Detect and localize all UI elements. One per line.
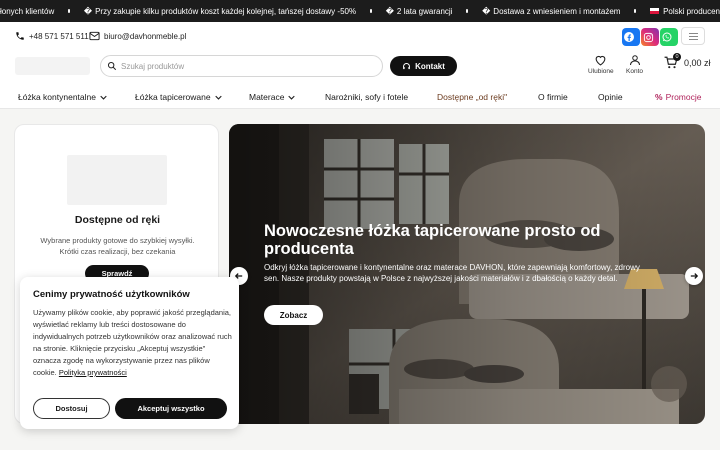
card-description: Wybrane produkty gotowe do szybkiej wysy… xyxy=(40,236,195,256)
percent-icon: % xyxy=(655,92,663,102)
announcement-item: � Dostawa z wniesieniem i montażem xyxy=(482,6,621,16)
account-link[interactable]: Konto xyxy=(626,54,643,75)
cart-total: 0,00 zł xyxy=(684,57,711,68)
separator-dot xyxy=(68,9,70,13)
cart-link[interactable]: 0 0,00 zł xyxy=(664,53,711,69)
user-icon xyxy=(629,55,640,66)
nav-item-continental-beds[interactable]: Łóżka kontynentalne xyxy=(18,92,107,102)
headset-icon xyxy=(403,62,411,69)
announcement-item: � Przy zakupie kilku produktów koszt każd… xyxy=(83,6,357,16)
next-slide-button[interactable] xyxy=(685,267,703,285)
see-more-button[interactable]: Zobacz xyxy=(264,305,323,325)
menu-toggle-button[interactable] xyxy=(681,27,705,45)
announcement-item: łonych klientów xyxy=(0,6,55,16)
chevron-down-icon xyxy=(288,95,296,100)
nav-item-sofas[interactable]: Narożniki, sofy i fotele xyxy=(325,92,408,102)
email-link[interactable]: biuro@davhonmeble.pl xyxy=(89,31,186,41)
announcement-item: � 2 lata gwarancji xyxy=(385,6,453,16)
missing-glyph-icon: � xyxy=(482,6,491,16)
nav-item-available-now[interactable]: Dostępne „od ręki" xyxy=(437,92,507,102)
whatsapp-icon[interactable] xyxy=(660,28,678,46)
announcement-item: Polski producen xyxy=(650,7,720,16)
hero-title: Nowoczesne łóżka tapicerowane prosto od … xyxy=(264,222,601,258)
search-input[interactable] xyxy=(121,61,361,71)
site-header: Kontakt Ulubione Konto 0 0,00 zł xyxy=(0,52,720,84)
logo[interactable] xyxy=(15,57,90,75)
nav-item-about[interactable]: O firmie xyxy=(538,92,568,102)
nav-item-promotions[interactable]: % Promocje xyxy=(655,92,701,102)
accept-all-button[interactable]: Akceptuj wszystko xyxy=(115,398,227,419)
search-bar xyxy=(100,55,383,77)
polish-flag-icon xyxy=(650,8,660,14)
search-icon[interactable] xyxy=(107,61,117,71)
mail-icon xyxy=(89,31,100,41)
customize-button[interactable]: Dostosuj xyxy=(33,398,110,419)
heart-icon xyxy=(595,55,606,66)
cart-count-badge: 0 xyxy=(673,53,681,61)
cookie-text: Używamy plików cookie, aby poprawić jako… xyxy=(33,308,232,377)
missing-glyph-icon: � xyxy=(385,6,394,16)
favorites-link[interactable]: Ulubione xyxy=(588,54,614,75)
card-image xyxy=(67,155,167,205)
arrow-right-icon xyxy=(690,273,698,279)
missing-glyph-icon: � xyxy=(83,6,93,16)
cookie-title: Cenimy prywatność użytkowników xyxy=(33,289,190,300)
instagram-icon[interactable] xyxy=(641,28,659,46)
card-title: Dostępne od ręki xyxy=(74,214,161,226)
chevron-down-icon xyxy=(214,95,222,100)
phone-link[interactable]: +48 571 571 511 xyxy=(15,31,89,41)
hero-description: Odkryj łóżka tapicerowane i kontynentaln… xyxy=(264,263,640,283)
chevron-down-icon xyxy=(100,95,107,100)
phone-icon xyxy=(16,32,24,40)
separator-dot xyxy=(634,9,637,13)
main-navigation: Łóżka kontynentalne Łóżka tapicerowane M… xyxy=(0,84,720,109)
separator-dot xyxy=(370,9,372,13)
hero-banner: Nowoczesne łóżka tapicerowane prosto od … xyxy=(229,124,705,424)
nav-item-reviews[interactable]: Opinie xyxy=(598,92,623,102)
nav-item-upholstered-beds[interactable]: Łóżka tapicerowane xyxy=(135,92,222,102)
facebook-icon[interactable] xyxy=(622,28,640,46)
privacy-policy-link[interactable]: Polityka prywatności xyxy=(59,368,127,377)
separator-dot xyxy=(466,9,469,13)
cookie-consent-dialog: Cenimy prywatność użytkowników Używamy p… xyxy=(20,277,239,429)
announcement-bar: łonych klientów � Przy zakupie kilku prod… xyxy=(0,0,720,22)
contact-bar: +48 571 571 511 biuro@davhonmeble.pl xyxy=(0,22,720,52)
contact-button[interactable]: Kontakt xyxy=(390,56,457,76)
nav-item-mattresses[interactable]: Materace xyxy=(249,92,296,102)
